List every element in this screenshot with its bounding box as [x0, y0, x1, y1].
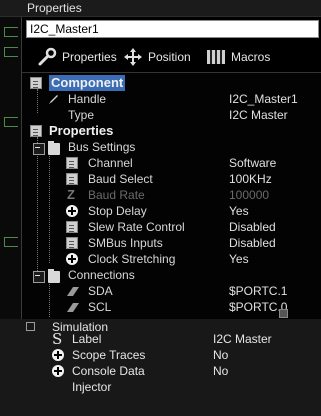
connections-label: Connections [68, 268, 135, 282]
pin-icon [66, 301, 79, 313]
collapse-icon[interactable] [33, 271, 45, 283]
property-row-clock-stretching[interactable]: Clock Stretching Yes [22, 251, 321, 267]
property-row-sda[interactable]: SDA $PORTC.1 [22, 283, 321, 299]
properties-section-row[interactable]: Properties [22, 123, 321, 139]
scope-traces-label: Scope Traces [72, 348, 146, 362]
pin-icon [66, 285, 79, 297]
scope-traces-value[interactable]: No [213, 347, 228, 363]
injector-label: Injector [72, 380, 112, 394]
plus-circle-icon [66, 205, 78, 217]
plus-circle-icon [66, 253, 78, 265]
property-row-label[interactable]: S Label I2C Master [0, 331, 321, 347]
macros-tab-label: Macros [231, 50, 271, 64]
scl-label: SCL [88, 300, 112, 314]
property-row-channel[interactable]: Channel Software [22, 155, 321, 171]
list-property-icon [66, 237, 78, 249]
slew-rate-value[interactable]: Disabled [229, 219, 276, 235]
properties-titlebar: Properties [0, 0, 321, 17]
pencil-icon [48, 93, 60, 105]
clock-stretching-value[interactable]: Yes [229, 251, 249, 267]
property-row-handle[interactable]: Handle I2C_Master1 [22, 91, 321, 107]
stop-delay-value[interactable]: Yes [229, 203, 249, 219]
z-number-icon: Z [67, 187, 75, 202]
position-tab-button[interactable]: Position [122, 46, 191, 68]
property-grid: Component Handle I2C_Master1 Type I2C Ma… [22, 72, 321, 335]
macros-tab-button[interactable]: Macros [205, 46, 270, 68]
property-row-smbus[interactable]: SMBus Inputs Disabled [22, 235, 321, 251]
type-value: I2C Master [229, 108, 288, 122]
component-section-label: Component [49, 75, 126, 91]
handle-value[interactable]: I2C_Master1 [229, 91, 298, 107]
bus-settings-label: Bus Settings [68, 140, 136, 154]
label-value[interactable]: I2C Master [213, 331, 272, 347]
properties-doc-icon [30, 125, 42, 137]
stop-delay-label: Stop Delay [88, 204, 147, 218]
plus-circle-icon [52, 349, 64, 361]
list-property-icon [66, 173, 78, 185]
dock-marker [4, 47, 18, 57]
type-label: Type [68, 108, 95, 122]
bus-settings-group-row[interactable]: Bus Settings [22, 139, 321, 155]
console-data-value[interactable]: No [213, 363, 228, 379]
channel-value[interactable]: Software [229, 155, 276, 171]
label-label: Label [72, 332, 102, 346]
component-name-field[interactable] [26, 20, 319, 38]
sda-label: SDA [88, 284, 113, 298]
property-row-scope-traces[interactable]: Scope Traces No [0, 347, 321, 363]
property-row-injector[interactable]: Injector [0, 379, 321, 395]
slew-rate-label: Slew Rate Control [88, 220, 185, 234]
plus-circle-icon [52, 365, 64, 377]
baud-select-value[interactable]: 100KHz [229, 171, 272, 187]
left-dock-frame [0, 17, 22, 335]
s-letter-icon: S [52, 330, 63, 348]
smbus-label: SMBus Inputs [88, 236, 163, 250]
resize-grip[interactable] [279, 309, 288, 318]
channel-label: Channel [88, 156, 133, 170]
property-row-slew-rate[interactable]: Slew Rate Control Disabled [22, 219, 321, 235]
property-row-type[interactable]: Type I2C Master [22, 107, 321, 123]
baud-rate-label: Baud Rate [88, 188, 145, 202]
clock-stretching-label: Clock Stretching [88, 252, 176, 266]
wrench-icon [36, 46, 58, 68]
list-property-icon [66, 157, 78, 169]
handle-label: Handle [68, 92, 107, 106]
panel-title: Properties [27, 1, 82, 15]
folder-icon [48, 269, 60, 283]
simulation-overlay: Simulation S Label I2C Master Scope Trac… [0, 319, 321, 416]
connections-group-row[interactable]: Connections [22, 267, 321, 283]
collapse-icon[interactable] [33, 143, 45, 155]
baud-select-label: Baud Select [88, 172, 153, 186]
properties-toolbar: Properties Position Macros [22, 42, 321, 72]
property-row-console-data[interactable]: Console Data No [0, 363, 321, 379]
properties-tab-label: Properties [62, 50, 117, 64]
properties-tab-button[interactable]: Properties [36, 46, 117, 68]
console-data-label: Console Data [72, 364, 145, 378]
property-row-baud-select[interactable]: Baud Select 100KHz [22, 171, 321, 187]
property-row-scl[interactable]: SCL $PORTC.0 [22, 299, 321, 315]
dock-marker [4, 27, 18, 37]
baud-rate-value: 100000 [229, 188, 270, 202]
move-arrows-icon [122, 46, 144, 68]
properties-section-label: Properties [49, 123, 114, 138]
smbus-value[interactable]: Disabled [229, 235, 276, 251]
dock-marker [4, 117, 18, 127]
component-doc-icon [30, 77, 42, 89]
component-section-row[interactable]: Component [22, 75, 321, 91]
list-property-icon [66, 221, 78, 233]
dock-marker [4, 237, 18, 247]
sda-value[interactable]: $PORTC.1 [229, 283, 287, 299]
property-row-baud-rate: Z Baud Rate 100000 [22, 187, 321, 203]
folder-icon [48, 141, 60, 155]
position-tab-label: Position [148, 50, 191, 64]
property-row-stop-delay[interactable]: Stop Delay Yes [22, 203, 321, 219]
macros-icon [205, 46, 227, 68]
